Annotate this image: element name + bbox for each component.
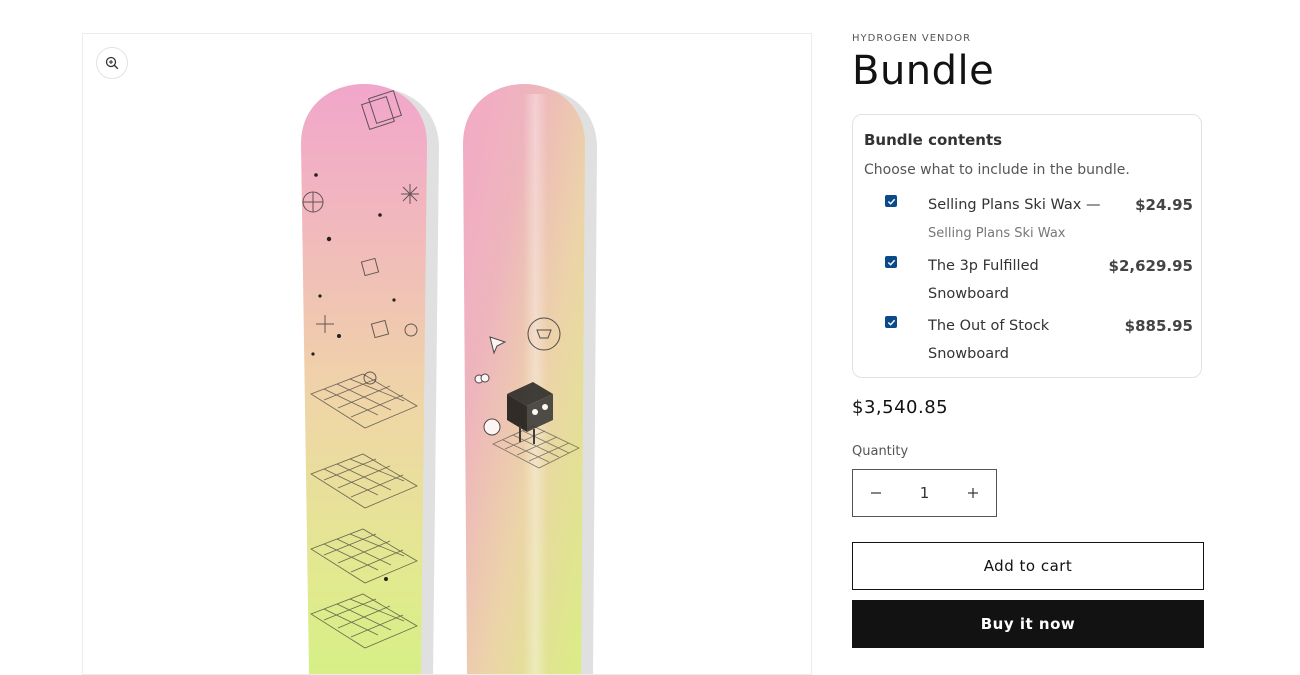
quantity-stepper: [852, 469, 997, 517]
quantity-decrease-button[interactable]: [853, 470, 899, 516]
product-title: Bundle: [852, 48, 995, 94]
add-to-cart-button[interactable]: Add to cart: [852, 542, 1204, 590]
checkmark-icon: [887, 259, 895, 266]
quantity-increase-button[interactable]: [950, 470, 996, 516]
zoom-in-icon: [105, 56, 119, 70]
bundle-item-checkbox[interactable]: [885, 316, 897, 328]
bundle-item-price: $885.95: [1124, 317, 1193, 335]
zoom-button[interactable]: [96, 47, 128, 79]
plus-icon: [968, 488, 978, 498]
quantity-label: Quantity: [852, 444, 909, 459]
bundle-description: Choose what to include in the bundle.: [864, 162, 1130, 178]
product-vendor: HYDROGEN VENDOR: [852, 33, 972, 44]
bundle-heading: Bundle contents: [864, 131, 1003, 149]
bundle-item-name: The Out of Stock Snowboard: [928, 318, 1050, 362]
minus-icon: [871, 492, 881, 494]
bundle-item-price: $2,629.95: [1108, 257, 1193, 275]
bundle-item-checkbox[interactable]: [885, 256, 897, 268]
bundle-item-variant: Selling Plans Ski Wax: [928, 226, 1066, 241]
bundle-item-name: Selling Plans Ski Wax — Selling Plans Sk…: [928, 191, 1103, 248]
snowboard-image[interactable]: [83, 34, 811, 674]
checkmark-icon: [887, 198, 895, 205]
bundle-item-checkbox[interactable]: [885, 195, 897, 207]
bundle-item-title: Selling Plans Ski Wax —: [928, 197, 1101, 213]
checkmark-icon: [887, 319, 895, 326]
product-price: $3,540.85: [852, 397, 949, 418]
bundle-item-name: The 3p Fulfilled Snowboard: [928, 258, 1039, 302]
product-media: [82, 33, 812, 675]
quantity-input[interactable]: [899, 470, 950, 516]
bundle-contents-panel: Bundle contents Choose what to include i…: [852, 114, 1202, 378]
bundle-item-price: $24.95: [1135, 196, 1193, 214]
buy-now-button[interactable]: Buy it now: [852, 600, 1204, 648]
